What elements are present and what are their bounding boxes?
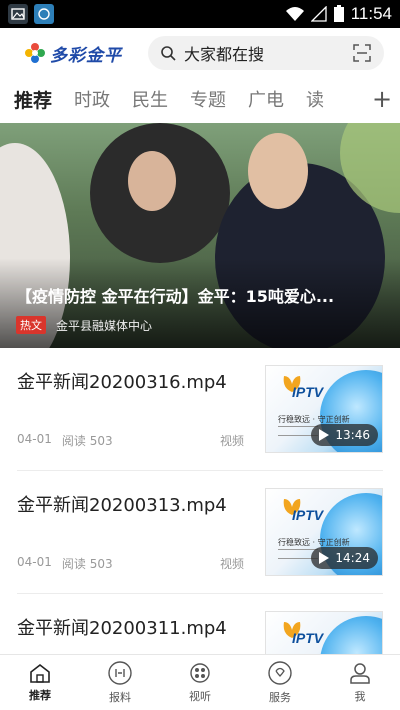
play-icon bbox=[319, 552, 330, 564]
wifi-icon bbox=[285, 7, 304, 21]
camera-icon bbox=[108, 661, 132, 685]
tab-politics[interactable]: 时政 bbox=[74, 86, 110, 112]
news-meta: 04-01 阅读 503 bbox=[17, 555, 113, 572]
category-tabs: 推荐 时政 民生 专题 广电 读 + bbox=[0, 78, 400, 120]
news-date: 04-01 bbox=[17, 555, 52, 569]
nav-label: 服务 bbox=[269, 691, 291, 704]
hot-badge: 热文 bbox=[16, 316, 46, 334]
hero-banner[interactable]: 【疫情防控 金平在行动】金平：15吨爱心... 热文 金平县融媒体中心 bbox=[0, 123, 400, 348]
hero-image-person-face bbox=[128, 151, 176, 211]
video-thumbnail[interactable]: IPTV 行稳致远 · 守正创新 13:46 bbox=[265, 365, 383, 453]
news-title[interactable]: 金平新闻20200316.mp4 bbox=[17, 368, 227, 394]
film-icon bbox=[190, 663, 210, 683]
tab-broadcast[interactable]: 广电 bbox=[248, 86, 284, 112]
status-time: 11:54 bbox=[350, 4, 392, 23]
news-type: 视频 bbox=[220, 557, 245, 571]
search-placeholder: 大家都在搜 bbox=[184, 45, 265, 64]
nav-report[interactable]: 报料 bbox=[80, 655, 160, 710]
play-icon bbox=[319, 429, 330, 441]
status-bar: 11:54 bbox=[0, 0, 400, 28]
news-meta: 04-01 阅读 503 bbox=[17, 432, 113, 449]
notification-image-icon bbox=[8, 4, 28, 24]
service-icon bbox=[268, 661, 292, 685]
logo-text: 多彩金平 bbox=[50, 45, 122, 66]
nav-service[interactable]: 服务 bbox=[240, 655, 320, 710]
tab-special[interactable]: 专题 bbox=[190, 86, 226, 112]
tab-reading[interactable]: 读 bbox=[306, 86, 324, 112]
news-reads: 阅读 503 bbox=[61, 434, 113, 448]
hero-title[interactable]: 【疫情防控 金平在行动】金平：15吨爱心... bbox=[16, 283, 386, 307]
nav-av[interactable]: 视听 bbox=[160, 655, 240, 710]
news-date: 04-01 bbox=[17, 432, 52, 446]
thumbnail-brand: IPTV bbox=[292, 507, 324, 523]
scan-icon[interactable] bbox=[352, 43, 372, 63]
bottom-nav: 推荐 报料 视听 服务 我 bbox=[0, 654, 400, 710]
tab-livelihood[interactable]: 民生 bbox=[132, 86, 168, 112]
nav-label: 我 bbox=[354, 690, 366, 703]
news-item[interactable]: 金平新闻20200316.mp4 04-01 阅读 503 视频 IPTV 行稳… bbox=[0, 348, 400, 470]
video-duration-badge: 13:46 bbox=[311, 424, 378, 446]
news-title[interactable]: 金平新闻20200313.mp4 bbox=[17, 491, 227, 517]
video-duration-badge: 14:24 bbox=[311, 547, 378, 569]
notification-app-icon bbox=[34, 4, 54, 24]
search-bar[interactable]: 大家都在搜 bbox=[148, 36, 384, 70]
tab-recommend[interactable]: 推荐 bbox=[14, 86, 52, 113]
nav-label: 视听 bbox=[189, 690, 211, 703]
thumbnail-brand: IPTV bbox=[292, 384, 324, 400]
news-type: 视频 bbox=[220, 434, 245, 448]
battery-icon bbox=[333, 5, 344, 22]
thumbnail-brand: IPTV bbox=[292, 630, 324, 646]
video-thumbnail[interactable]: IPTV bbox=[265, 611, 383, 654]
user-icon bbox=[350, 663, 370, 684]
signal-icon bbox=[310, 6, 327, 22]
video-thumbnail[interactable]: IPTV 行稳致远 · 守正创新 14:24 bbox=[265, 488, 383, 576]
news-item[interactable]: 金平新闻20200313.mp4 04-01 阅读 503 视频 IPTV 行稳… bbox=[0, 471, 400, 593]
nav-recommend[interactable]: 推荐 bbox=[0, 655, 80, 710]
nav-label: 报料 bbox=[109, 691, 131, 704]
hero-meta: 热文 金平县融媒体中心 bbox=[16, 316, 152, 334]
hero-source: 金平县融媒体中心 bbox=[56, 318, 153, 333]
add-tab-button[interactable]: + bbox=[364, 78, 400, 120]
app-logo: 多彩金平 bbox=[24, 41, 144, 66]
news-title[interactable]: 金平新闻20200311.mp4 bbox=[17, 614, 227, 640]
video-duration: 13:46 bbox=[335, 428, 370, 442]
nav-label: 推荐 bbox=[29, 689, 51, 702]
logo-flower-icon bbox=[25, 43, 45, 63]
nav-me[interactable]: 我 bbox=[320, 655, 400, 710]
news-item[interactable]: 金平新闻20200311.mp4 IPTV bbox=[0, 594, 400, 654]
hero-image-person2-face bbox=[248, 133, 308, 209]
search-icon bbox=[161, 46, 176, 61]
thumbnail-globe bbox=[320, 616, 382, 654]
home-icon bbox=[30, 663, 50, 683]
video-duration: 14:24 bbox=[335, 551, 370, 565]
news-reads: 阅读 503 bbox=[61, 557, 113, 571]
app-header: 多彩金平 大家都在搜 bbox=[0, 28, 400, 78]
